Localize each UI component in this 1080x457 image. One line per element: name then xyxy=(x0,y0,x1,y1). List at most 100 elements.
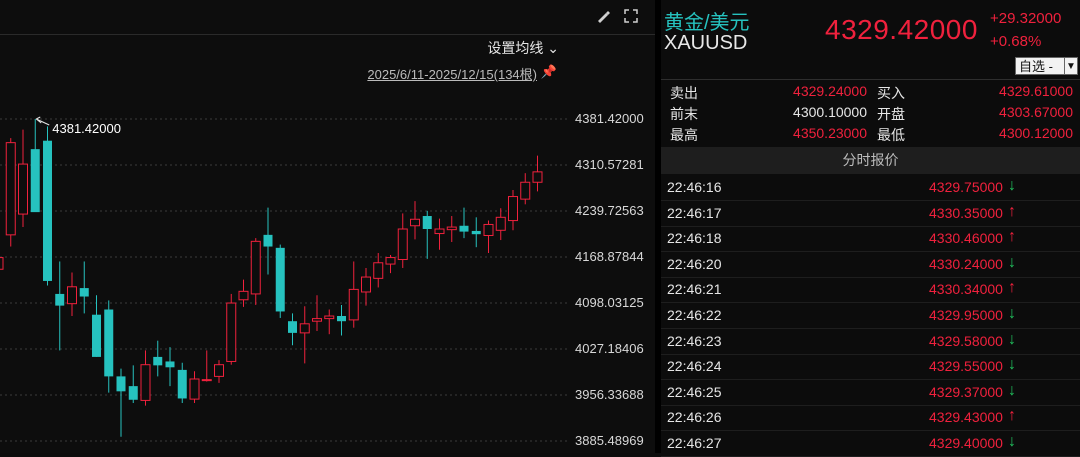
arrow-down-icon: ↓ xyxy=(1008,330,1016,348)
candle xyxy=(30,119,40,213)
candle xyxy=(373,253,384,288)
symbol-code: XAUUSD xyxy=(664,32,748,54)
tick-price: 4329.37000 xyxy=(929,383,1003,400)
change-value: +29.32000 xyxy=(990,10,1062,27)
arrow-down-icon: ↓ xyxy=(1008,253,1016,271)
tick-price: 4330.46000 xyxy=(929,230,1003,247)
tick-row: 22:46:24 4329.55000 ↓ xyxy=(661,354,1080,381)
tick-price: 4329.55000 xyxy=(929,358,1003,375)
price-tick-label: 3885.48969 xyxy=(575,433,644,448)
high-marker-arrow xyxy=(35,116,50,126)
tick-price: 4329.40000 xyxy=(929,435,1003,451)
brush-icon[interactable] xyxy=(594,8,612,26)
tick-row: 22:46:23 4329.58000 ↓ xyxy=(661,329,1080,355)
open-value: 4303.67000 xyxy=(999,104,1073,120)
candle xyxy=(483,220,494,254)
arrow-up-icon: ↑ xyxy=(1008,407,1016,425)
candle xyxy=(189,371,200,404)
candle xyxy=(471,217,481,248)
candle xyxy=(153,340,163,377)
price-tick-label: 4381.42000 xyxy=(575,111,644,126)
prev-close-label: 前末 xyxy=(670,106,698,122)
tick-time: 22:46:26 xyxy=(667,409,722,426)
tick-time: 22:46:24 xyxy=(667,358,722,375)
last-price: 4329.42000 xyxy=(825,14,978,45)
candle xyxy=(177,362,187,404)
arrow-down-icon: ↓ xyxy=(1008,356,1016,374)
candle xyxy=(140,350,151,406)
candle xyxy=(348,261,359,328)
price-tick-label: 3956.33688 xyxy=(575,387,644,402)
candle xyxy=(337,304,346,336)
candle xyxy=(165,347,175,387)
candle xyxy=(43,126,52,286)
candle xyxy=(385,254,396,274)
candle xyxy=(446,216,457,242)
candle xyxy=(79,261,89,314)
candle xyxy=(520,173,531,205)
ask-label: 买入 xyxy=(877,85,905,101)
candle xyxy=(422,210,432,259)
tick-time: 22:46:27 xyxy=(667,435,722,451)
arrow-up-icon: ↑ xyxy=(1008,202,1016,220)
candle xyxy=(288,313,297,346)
tick-price: 4329.58000 xyxy=(929,332,1003,349)
candle xyxy=(324,309,335,335)
candle xyxy=(116,368,126,437)
divider xyxy=(661,79,1080,80)
chart-panel[interactable]: 4381.42000 设置均线 ⌄ 2025/6/11-2025/12/15(1… xyxy=(0,0,655,453)
candle xyxy=(250,238,261,305)
arrow-down-icon: ↓ xyxy=(1008,433,1016,450)
candle xyxy=(55,261,65,351)
candle xyxy=(5,138,16,247)
quote-row-prev-open: 前末 4300.10000 开盘 4303.67000 xyxy=(661,104,1080,125)
tick-time: 22:46:23 xyxy=(667,332,722,349)
date-range-link[interactable]: 2025/6/11-2025/12/15(134根) xyxy=(367,64,537,83)
low-value: 4300.12000 xyxy=(999,125,1073,141)
high-value: 4350.23000 xyxy=(793,125,867,141)
candle xyxy=(104,300,114,393)
ask-value: 4329.61000 xyxy=(999,83,1073,99)
open-label: 开盘 xyxy=(877,106,905,122)
candle xyxy=(67,272,77,317)
watchlist-select[interactable]: 自选 - xyxy=(1015,57,1065,75)
symbol-name-cn: 黄金/美元 xyxy=(664,12,750,34)
chart-toolbar xyxy=(0,0,655,35)
pin-icon[interactable]: 📌 xyxy=(541,64,557,80)
tick-time: 22:46:18 xyxy=(667,230,722,247)
change-percent: +0.68% xyxy=(990,33,1042,50)
ma-settings-dropdown[interactable]: 设置均线 ⌄ xyxy=(487,38,559,58)
tick-price: 4329.95000 xyxy=(929,307,1003,323)
tick-time: 22:46:22 xyxy=(667,307,722,323)
candle xyxy=(275,244,285,318)
bid-label: 卖出 xyxy=(670,85,698,101)
tick-time: 22:46:21 xyxy=(667,281,722,298)
candle xyxy=(92,295,101,357)
prev-close-value: 4300.10000 xyxy=(793,104,867,120)
tick-row: 22:46:22 4329.95000 ↓ xyxy=(661,303,1080,329)
candle xyxy=(434,218,445,250)
candle xyxy=(495,208,506,241)
tick-price: 4329.43000 xyxy=(929,409,1003,426)
caret-down-icon[interactable]: ▼ xyxy=(1064,57,1078,75)
quote-row-high-low: 最高 4350.23000 最低 4300.12000 xyxy=(661,125,1080,146)
tick-time: 22:46:20 xyxy=(667,255,722,272)
tick-time: 22:46:25 xyxy=(667,383,722,400)
candle xyxy=(410,201,420,240)
tick-row: 22:46:16 4329.75000 ↓ xyxy=(661,175,1080,201)
tick-time: 22:46:16 xyxy=(667,179,722,195)
candle xyxy=(18,129,28,228)
candle xyxy=(226,293,237,365)
tick-row: 22:46:17 4330.35000 ↑ xyxy=(661,201,1080,227)
ma-settings-label: 设置均线 xyxy=(487,40,544,56)
tick-price: 4330.24000 xyxy=(929,255,1003,272)
candle xyxy=(508,190,518,231)
expand-icon[interactable] xyxy=(622,8,640,26)
arrow-down-icon: ↓ xyxy=(1008,381,1016,399)
quote-panel: 黄金/美元 XAUUSD 4329.42000 +29.32000 +0.68%… xyxy=(661,0,1080,457)
candle xyxy=(201,350,212,382)
arrow-down-icon: ↓ xyxy=(1008,305,1016,322)
candle xyxy=(0,257,4,270)
tick-time: 22:46:17 xyxy=(667,204,722,221)
tick-row: 22:46:18 4330.46000 ↑ xyxy=(661,226,1080,253)
